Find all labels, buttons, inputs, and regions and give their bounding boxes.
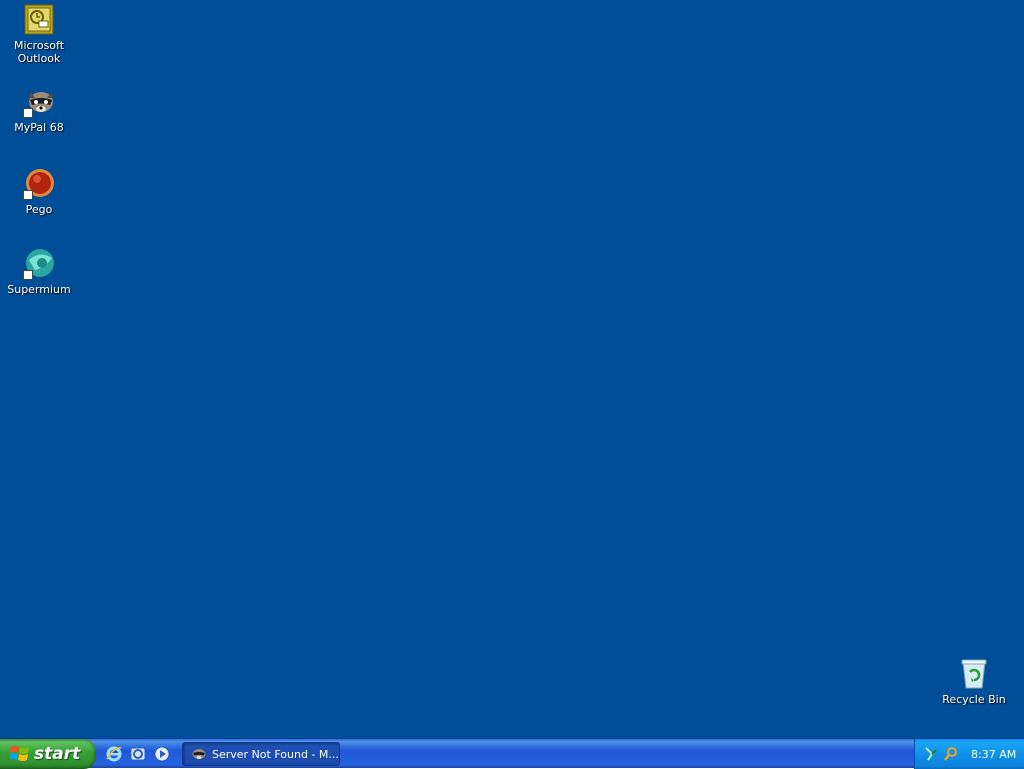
shortcut-arrow-icon bbox=[23, 270, 33, 280]
mypal-raccoon-icon bbox=[23, 86, 55, 118]
search-icon[interactable] bbox=[943, 746, 959, 762]
desktop-icon-label: Microsoft Outlook bbox=[13, 39, 65, 65]
start-button[interactable]: start bbox=[0, 739, 96, 769]
supermium-icon bbox=[23, 248, 55, 280]
quick-launch-bar bbox=[104, 744, 172, 764]
taskbar-task-mypal[interactable]: Server Not Found - M... bbox=[182, 742, 340, 766]
outlook-express-icon[interactable] bbox=[128, 744, 148, 764]
desktop-icon-outlook[interactable]: Microsoft Outlook bbox=[1, 4, 77, 65]
desktop-icon-label: Recycle Bin bbox=[942, 693, 1006, 706]
start-label: start bbox=[34, 744, 81, 764]
desktop-icon-mypal[interactable]: MyPal 68 bbox=[1, 86, 77, 134]
windows-logo-icon bbox=[10, 745, 30, 763]
desktop-icon-supermium[interactable]: Supermium bbox=[1, 248, 77, 296]
shortcut-arrow-icon bbox=[23, 108, 33, 118]
desktop-icon-label: MyPal 68 bbox=[14, 121, 64, 134]
clock[interactable]: 8:37 AM bbox=[971, 748, 1016, 761]
desktop-icon-label: Supermium bbox=[7, 283, 71, 296]
desktop-icon-label: Pego bbox=[25, 203, 53, 216]
recycle-bin-icon bbox=[958, 658, 990, 690]
taskbar-task-label: Server Not Found - M... bbox=[212, 747, 339, 761]
desktop[interactable]: Microsoft Outlook MyPal 68 Pego Supermiu… bbox=[0, 0, 1024, 738]
internet-explorer-icon[interactable] bbox=[104, 744, 124, 764]
pego-icon bbox=[23, 168, 55, 200]
mypal-raccoon-icon bbox=[191, 746, 207, 762]
media-player-icon[interactable] bbox=[152, 744, 172, 764]
desktop-icon-pego[interactable]: Pego bbox=[1, 168, 77, 216]
network-icon[interactable] bbox=[923, 746, 939, 762]
desktop-icon-recycle-bin[interactable]: Recycle Bin bbox=[936, 658, 1012, 706]
system-tray: 8:37 AM bbox=[914, 739, 1024, 769]
taskbar: start Server Not Found - M... 8:37 AM bbox=[0, 738, 1024, 769]
outlook-icon bbox=[23, 4, 55, 36]
shortcut-arrow-icon bbox=[23, 190, 33, 200]
